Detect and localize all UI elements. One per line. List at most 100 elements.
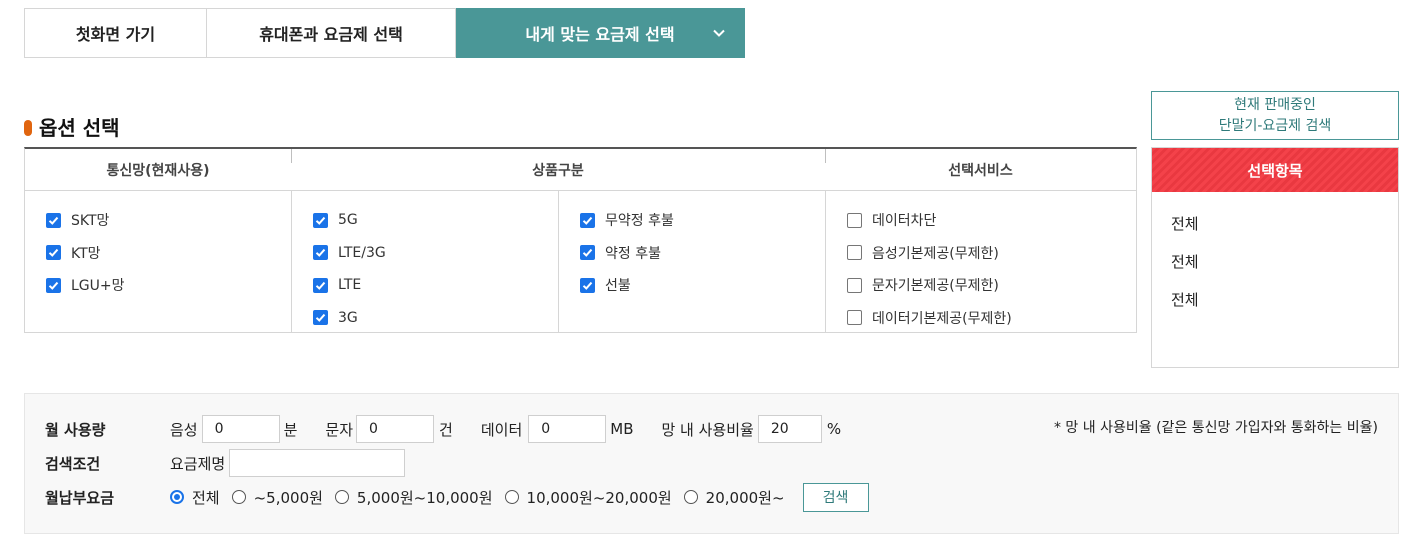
options-header: 통신망(현재사용) 상품구분 선택서비스 — [25, 149, 1136, 191]
option-checkbox-row[interactable]: LGU+망 — [46, 269, 291, 302]
checkbox-checked-icon[interactable] — [580, 277, 595, 293]
option-label: 문자기본제공(무제한) — [872, 278, 999, 295]
option-checkbox-row[interactable]: LTE/3G — [313, 237, 558, 270]
radio-unselected-icon[interactable] — [504, 490, 519, 504]
radio-unselected-icon[interactable] — [231, 490, 246, 504]
checkbox-checked-icon[interactable] — [313, 277, 328, 293]
option-label: 데이터차단 — [872, 213, 937, 230]
search-button-line1: 현재 판매중인 — [1234, 96, 1316, 113]
section-title: 옵션 선택 — [24, 112, 120, 141]
option-label: 무약정 후불 — [605, 213, 674, 230]
ratio-note: * 망 내 사용비율 (같은 통신망 가입자와 통화하는 비율) — [1053, 420, 1378, 436]
voice-group: 음성 분 — [170, 415, 325, 443]
selected-items-header: 선택항목 — [1152, 148, 1398, 192]
option-label: SKT망 — [71, 213, 110, 230]
fee-option[interactable]: ~5,000원 — [231, 487, 323, 508]
option-label: 3G — [338, 309, 358, 326]
options-table: 통신망(현재사용) 상품구분 선택서비스 SKT망 KT망 LGU+망 5G LTE/… — [24, 147, 1137, 333]
option-label: LGU+망 — [71, 278, 125, 295]
fee-option-label: 20,000원~ — [705, 488, 785, 507]
checkbox-checked-icon[interactable] — [46, 277, 61, 293]
checkbox-unchecked-icon[interactable] — [847, 212, 862, 228]
option-checkbox-row[interactable]: 약정 후불 — [580, 237, 825, 270]
search-form: 월 사용량 음성 분 문자 건 데이터 MB 망 내 사용비율 % * 망 내 … — [24, 393, 1399, 534]
option-checkbox-row[interactable]: 무약정 후불 — [580, 204, 825, 237]
selected-items-list: 전체 전체 전체 — [1152, 192, 1398, 318]
checkbox-unchecked-icon[interactable] — [847, 245, 862, 261]
plan-name-label: 요금제명 — [170, 454, 226, 473]
tab-home[interactable]: 첫화면 가기 — [24, 8, 207, 58]
option-label: 음성기본제공(무제한) — [872, 245, 999, 262]
checkbox-checked-icon[interactable] — [580, 245, 595, 261]
contract-type-column: 무약정 후불약정 후불선불 — [558, 191, 825, 333]
option-checkbox-row[interactable]: 선불 — [580, 269, 825, 302]
fee-option-label: ~5,000원 — [253, 488, 323, 507]
fee-option[interactable]: 10,000원~20,000원 — [504, 487, 672, 508]
ratio-group: 망 내 사용비율 % — [661, 415, 841, 443]
search-button[interactable]: 검색 — [802, 482, 869, 512]
option-checkbox-row[interactable]: 음성기본제공(무제한) — [847, 237, 1136, 270]
header-services: 선택서비스 — [825, 149, 1136, 190]
options-body: SKT망 KT망 LGU+망 5G LTE/3G LTE 3G 무약정 후불약정 후불선불… — [25, 191, 1136, 333]
option-checkbox-row[interactable]: 5G — [313, 204, 558, 237]
tab-phone-and-plan[interactable]: 휴대폰과 요금제 선택 — [207, 8, 456, 58]
tab-my-plan[interactable]: 내게 맞는 요금제 선택 — [456, 8, 745, 58]
current-device-plan-search-button[interactable]: 현재 판매중인 단말기-요금제 검색 — [1151, 91, 1399, 140]
checkbox-unchecked-icon[interactable] — [847, 310, 862, 326]
usage-label: 월 사용량 — [45, 420, 106, 439]
fee-option[interactable]: 5,000원~10,000원 — [334, 487, 493, 508]
title-bullet-icon — [24, 119, 32, 136]
selected-item: 전체 — [1171, 290, 1199, 309]
checkbox-unchecked-icon[interactable] — [847, 277, 862, 293]
checkbox-checked-icon[interactable] — [46, 245, 61, 261]
ratio-unit: % — [826, 420, 842, 438]
radio-unselected-icon[interactable] — [334, 490, 349, 504]
fee-option[interactable]: 20,000원~ — [683, 487, 785, 508]
option-checkbox-row[interactable]: 데이터기본제공(무제한) — [847, 302, 1136, 335]
services-column: 데이터차단음성기본제공(무제한) 문자기본제공(무제한) 데이터기본제공(무제한) — [825, 191, 1136, 333]
selected-item: 전체 — [1171, 252, 1199, 271]
option-checkbox-row[interactable]: 데이터차단 — [847, 204, 1136, 237]
chevron-down-icon[interactable] — [712, 26, 726, 40]
sms-label: 문자 — [325, 420, 354, 439]
ratio-input[interactable] — [757, 415, 822, 443]
voice-input[interactable] — [201, 415, 280, 443]
sms-input[interactable] — [356, 415, 435, 443]
top-tabs: 첫화면 가기 휴대폰과 요금제 선택 내게 맞는 요금제 선택 — [24, 8, 745, 58]
usage-row: 월 사용량 음성 분 문자 건 데이터 MB 망 내 사용비율 % — [45, 414, 841, 444]
fee-option[interactable]: 전체 — [170, 487, 220, 508]
product-type-column: 5G LTE/3G LTE 3G — [291, 191, 558, 333]
checkbox-checked-icon[interactable] — [313, 310, 328, 326]
checkbox-checked-icon[interactable] — [46, 212, 61, 228]
voice-label: 음성 — [170, 420, 198, 439]
sms-unit: 건 — [439, 420, 453, 439]
monthly-fee-row: 월납부요금 전체 ~5,000원 5,000원~10,000원 10,000원~20,… — [45, 482, 869, 512]
ratio-label: 망 내 사용비율 — [661, 420, 754, 439]
option-label: 약정 후불 — [605, 245, 661, 262]
checkbox-checked-icon[interactable] — [313, 212, 328, 228]
section-title-text: 옵션 선택 — [39, 116, 120, 140]
plan-name-group: 요금제명 — [170, 449, 406, 477]
fee-options: 전체 ~5,000원 5,000원~10,000원 10,000원~20,000원 20… — [170, 487, 797, 508]
sms-group: 문자 건 — [325, 415, 480, 443]
data-group: 데이터 MB — [481, 415, 662, 443]
option-checkbox-row[interactable]: SKT망 — [46, 204, 291, 237]
data-label: 데이터 — [480, 420, 523, 439]
option-label: 데이터기본제공(무제한) — [872, 310, 1012, 327]
checkbox-checked-icon[interactable] — [313, 245, 328, 261]
option-checkbox-row[interactable]: KT망 — [46, 237, 291, 270]
data-input[interactable] — [528, 415, 607, 443]
plan-name-input[interactable] — [229, 449, 406, 477]
checkbox-checked-icon[interactable] — [580, 212, 595, 228]
radio-selected-icon[interactable] — [170, 490, 184, 504]
fee-option-label: 5,000원~10,000원 — [356, 488, 493, 507]
option-checkbox-row[interactable]: 3G — [313, 302, 558, 335]
header-network: 통신망(현재사용) — [106, 162, 210, 179]
network-column: SKT망 KT망 LGU+망 — [25, 191, 291, 333]
option-label: KT망 — [71, 245, 101, 262]
option-label: 5G — [338, 212, 358, 229]
radio-unselected-icon[interactable] — [683, 490, 698, 504]
option-checkbox-row[interactable]: LTE — [313, 269, 558, 302]
search-condition-label: 검색조건 — [45, 454, 101, 473]
option-checkbox-row[interactable]: 문자기본제공(무제한) — [847, 269, 1136, 302]
